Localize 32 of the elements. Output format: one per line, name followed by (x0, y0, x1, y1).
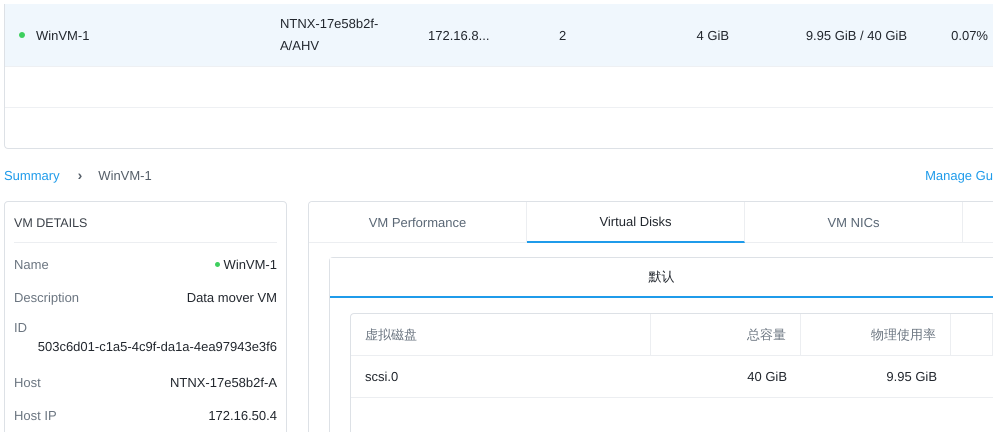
ip-address: 172.16.8... (428, 28, 490, 42)
tab[interactable]: VM Performance (309, 202, 527, 242)
column-header: 总容量 (651, 314, 801, 355)
chevron-icon: › (78, 167, 82, 183)
field-label: Name (14, 257, 49, 272)
field-value: WinVM-1 (224, 257, 277, 272)
storage-usage: 9.95 GiB / 40 GiB (806, 28, 907, 42)
manage-link[interactable]: Manage Gu (925, 168, 993, 182)
memory-size: 4 GiB (696, 28, 729, 42)
field-label: Host IP (14, 408, 57, 423)
field-value: 503c6d01-c1a5-4c9f-da1a-4ea97943e3f6 (38, 339, 277, 354)
field-value: Data mover VM (186, 290, 277, 305)
column-header: 虚拟磁盘 (351, 314, 651, 355)
field-label: Host (14, 375, 41, 390)
field-label: Description (14, 290, 80, 305)
breadcrumb-current: WinVM-1 (98, 168, 152, 182)
host-name: NTNX-17e58b2f-A/AHV (280, 15, 380, 55)
card-title: VM DETAILS (14, 202, 277, 243)
vm-name: WinVM-1 (36, 28, 90, 42)
table-cell-text: scsi.0 (364, 369, 400, 384)
field-label: ID (14, 320, 28, 335)
usage-percent: 0.07% (951, 28, 988, 42)
field-value: 172.16.50.4 (208, 408, 277, 423)
vm-row[interactable]: WinVM-1 NTNX-17e58b2f-A/AHV 172.16.8... 2 4 GiB 9.95 GiB / 40 GiB 0.07% (5, 4, 993, 67)
summary-link[interactable]: Summary (4, 168, 60, 182)
tab[interactable]: Virtual Disks (527, 202, 745, 243)
field-value: NTNX-17e58b2f-A (170, 375, 277, 390)
tab[interactable]: 默认 (330, 258, 993, 298)
table-cell-text: 9.95 GiB (885, 369, 938, 384)
column-header: 物理使用率 (801, 314, 951, 355)
table-cell-text: 40 GiB (746, 369, 788, 384)
vcpu-count: 2 (559, 28, 566, 42)
